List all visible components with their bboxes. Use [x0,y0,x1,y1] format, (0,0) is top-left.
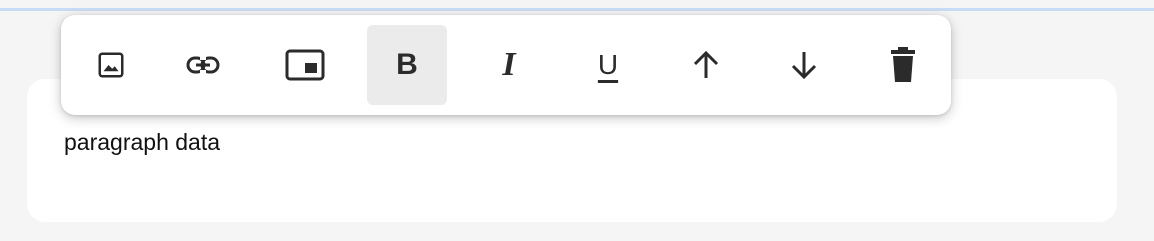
page: paragraph data B I U [0,0,1154,241]
italic-icon: I [502,46,516,83]
underline-icon: U [597,49,619,80]
image-button[interactable] [71,25,151,105]
picture-in-picture-icon [285,49,325,81]
arrow-down-icon [790,50,818,80]
image-icon [96,50,126,80]
bold-button[interactable]: B [367,25,447,105]
picture-in-picture-button[interactable] [265,25,345,105]
delete-button[interactable] [863,25,943,105]
move-down-button[interactable] [764,25,844,105]
move-up-button[interactable] [666,25,746,105]
link-button[interactable] [163,25,243,105]
italic-button[interactable]: I [469,25,549,105]
bold-icon: B [396,48,418,81]
top-divider [0,8,1154,11]
arrow-up-icon [692,50,720,80]
formatting-toolbar: B I U [61,15,951,115]
trash-icon [890,47,916,83]
paragraph-text[interactable]: paragraph data [64,129,220,156]
link-icon [186,55,220,75]
underline-button[interactable]: U [568,25,648,105]
